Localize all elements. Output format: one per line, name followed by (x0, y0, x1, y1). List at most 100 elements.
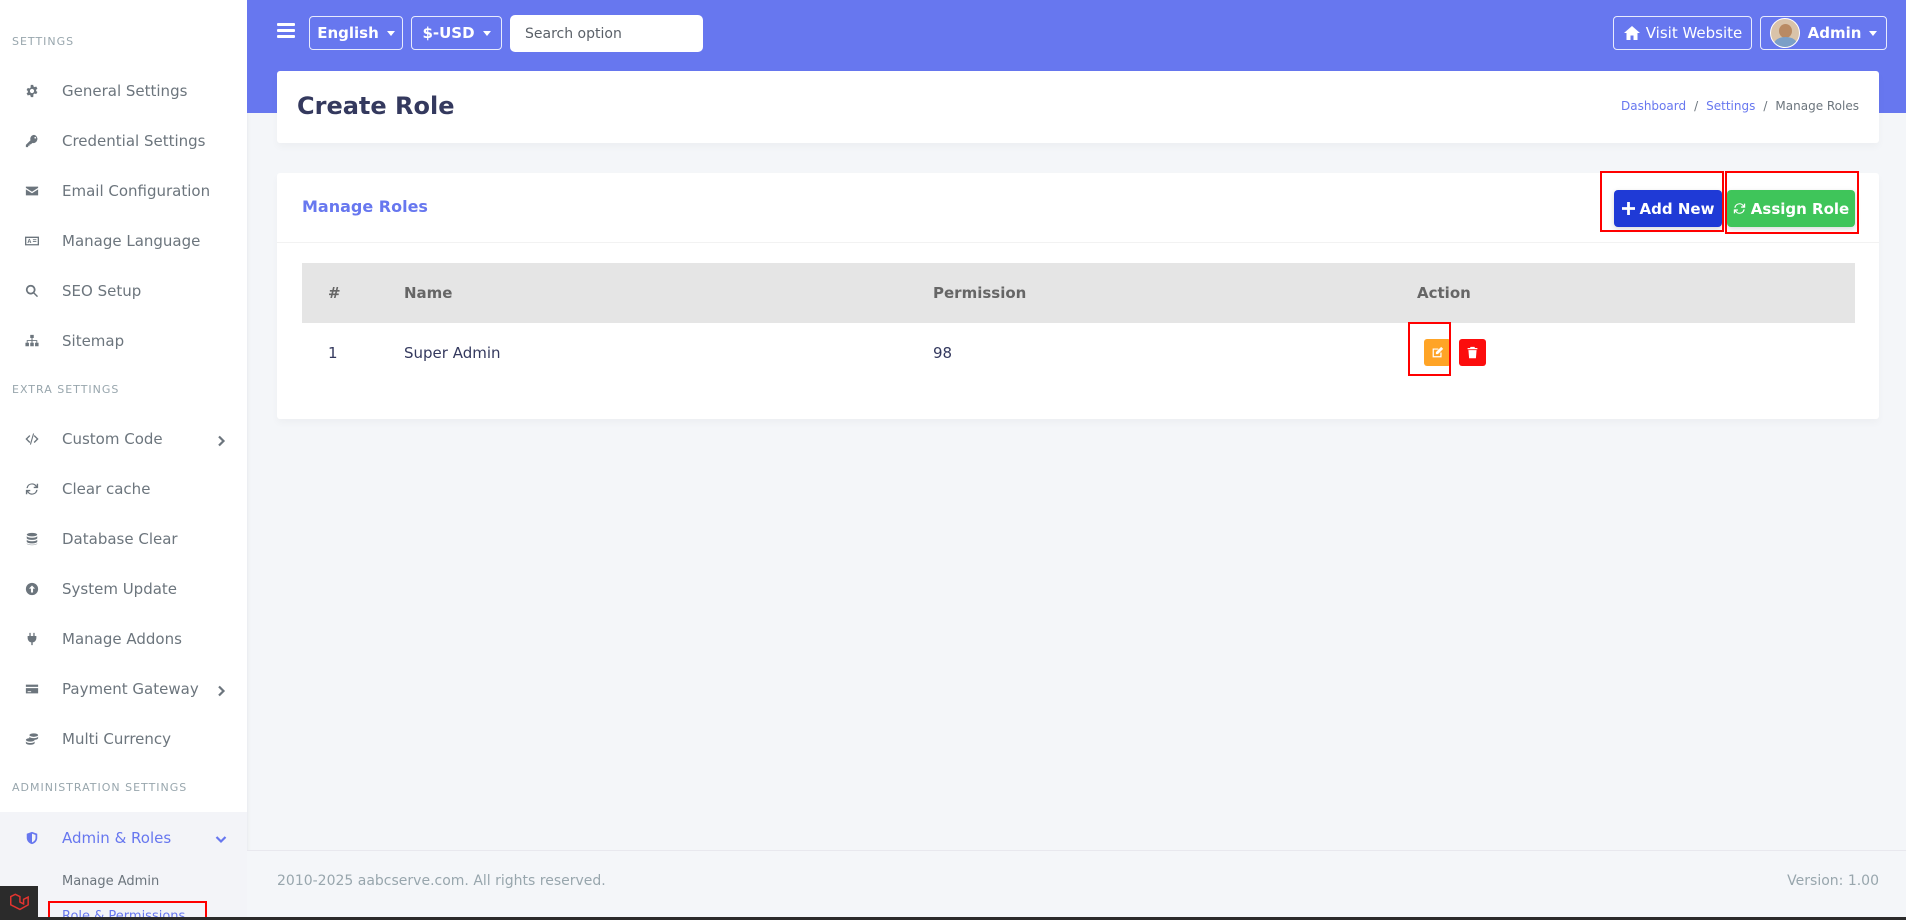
column-header-permission: Permission (933, 284, 1027, 302)
version-text: Version: 1.00 (1787, 873, 1879, 889)
hamburger-menu-icon[interactable] (277, 23, 295, 39)
refresh-icon (1733, 203, 1745, 214)
column-header-number: # (328, 284, 341, 302)
visit-website-button[interactable]: Visit Website (1613, 16, 1752, 50)
add-new-label: Add New (1639, 199, 1715, 218)
cell-number: 1 (328, 344, 338, 362)
copyright-text: 2010-2025 aabcserve.com. All rights rese… (277, 873, 606, 889)
avatar (1769, 18, 1800, 48)
laravel-logo-icon[interactable] (0, 886, 38, 920)
sidebar-item-general-settings[interactable]: General Settings (0, 66, 247, 116)
database-icon (22, 529, 42, 549)
cell-name: Super Admin (404, 344, 501, 362)
shield-icon (22, 828, 42, 848)
footer: 2010-2025 aabcserve.com. All rights rese… (247, 850, 1906, 920)
refresh-icon (22, 479, 42, 499)
sidebar-item-manage-addons[interactable]: Manage Addons (0, 614, 247, 664)
language-dropdown[interactable]: English (309, 16, 403, 50)
sidebar-item-label: System Update (62, 580, 178, 598)
roles-table: # Name Permission Action 1 Super Admin 9… (302, 263, 1855, 383)
breadcrumb-dashboard[interactable]: Dashboard (1621, 99, 1686, 113)
envelope-icon (22, 181, 42, 201)
credit-card-icon (22, 679, 42, 699)
sidebar-item-payment-gateway[interactable]: Payment Gateway (0, 664, 247, 714)
sidebar-item-label: Email Configuration (62, 182, 211, 200)
sidebar-item-multi-currency[interactable]: Multi Currency (0, 714, 247, 764)
coins-icon (22, 729, 42, 749)
column-header-action: Action (1417, 284, 1471, 302)
page-header: Create Role Dashboard / Settings / Manag… (277, 71, 1879, 143)
cell-permission: 98 (933, 344, 953, 362)
sidebar-item-database-clear[interactable]: Database Clear (0, 514, 247, 564)
sidebar-header-settings: SETTINGS (12, 35, 75, 48)
sidebar-item-label: Database Clear (62, 530, 178, 548)
sidebar-item-label: Multi Currency (62, 730, 172, 748)
sidebar-item-label: Credential Settings (62, 132, 206, 150)
sidebar-header-extra-settings: EXTRA SETTINGS (12, 383, 120, 396)
search-icon (22, 281, 42, 301)
table-header-row: # Name Permission Action (302, 263, 1855, 323)
caret-down-icon (386, 30, 395, 36)
chevron-down-icon (215, 830, 227, 849)
currency-dropdown[interactable]: $-USD (411, 16, 502, 50)
breadcrumb-current: Manage Roles (1775, 99, 1859, 113)
user-dropdown[interactable]: Admin (1760, 16, 1887, 50)
card-header: Manage Roles Add New Assign Role (277, 171, 1879, 243)
chevron-right-icon (215, 682, 227, 701)
sidebar-item-label: Custom Code (62, 430, 163, 448)
language-label: English (317, 24, 379, 42)
visit-website-label: Visit Website (1645, 24, 1743, 42)
caret-down-icon (482, 30, 491, 36)
sidebar-item-label: SEO Setup (62, 282, 142, 300)
sidebar-item-label: Payment Gateway (62, 680, 199, 698)
breadcrumb-settings[interactable]: Settings (1706, 99, 1755, 113)
sidebar-item-seo-setup[interactable]: SEO Setup (0, 266, 247, 316)
cell-action (1417, 323, 1855, 383)
column-header-name: Name (404, 284, 453, 302)
sidebar-item-system-update[interactable]: System Update (0, 564, 247, 614)
assign-role-button[interactable]: Assign Role (1727, 190, 1855, 227)
sidebar-subitem-label: Manage Admin (62, 874, 160, 889)
sidebar-item-custom-code[interactable]: Custom Code (0, 414, 247, 464)
language-icon (22, 231, 42, 251)
plus-icon (1621, 202, 1635, 215)
edit-icon (1432, 346, 1444, 357)
sidebar-item-label: Clear cache (62, 480, 151, 498)
sidebar-item-label: Admin & Roles (62, 829, 172, 847)
caret-down-icon (1869, 30, 1878, 36)
sidebar-item-label: Manage Language (62, 232, 201, 250)
manage-roles-card: Manage Roles Add New Assign Role # Name … (277, 171, 1879, 419)
sidebar-item-credential-settings[interactable]: Credential Settings (0, 116, 247, 166)
chevron-right-icon (215, 432, 227, 451)
home-icon (1623, 26, 1640, 40)
delete-button[interactable] (1459, 338, 1486, 366)
sidebar-item-label: Manage Addons (62, 630, 182, 648)
sidebar-header-administration-settings: ADMINISTRATION SETTINGS (12, 781, 188, 794)
upload-icon (22, 579, 42, 599)
breadcrumb: Dashboard / Settings / Manage Roles (1621, 99, 1859, 113)
sidebar-item-label: Sitemap (62, 332, 125, 350)
sidebar-item-sitemap[interactable]: Sitemap (0, 316, 247, 366)
key-icon (22, 131, 42, 151)
code-icon (22, 429, 42, 449)
card-title: Manage Roles (302, 197, 428, 216)
user-name: Admin (1807, 24, 1862, 42)
table-row: 1 Super Admin 98 (302, 323, 1855, 383)
edit-button[interactable] (1424, 338, 1451, 366)
assign-role-label: Assign Role (1750, 199, 1850, 218)
sidebar-item-manage-language[interactable]: Manage Language (0, 216, 247, 266)
sidebar-item-label: General Settings (62, 82, 188, 100)
breadcrumb-separator: / (1694, 99, 1699, 113)
breadcrumb-separator: / (1763, 99, 1768, 113)
search-input[interactable] (510, 15, 703, 52)
sitemap-icon (22, 331, 42, 351)
plug-icon (22, 629, 42, 649)
page-title: Create Role (297, 92, 455, 120)
sidebar-item-admin-roles[interactable]: Admin & Roles (0, 812, 247, 864)
sidebar: SETTINGS General Settings Credential Set… (0, 0, 247, 920)
gear-icon (22, 81, 42, 101)
sidebar-item-email-configuration[interactable]: Email Configuration (0, 166, 247, 216)
add-new-button[interactable]: Add New (1614, 190, 1722, 227)
sidebar-item-clear-cache[interactable]: Clear cache (0, 464, 247, 514)
currency-label: $-USD (422, 24, 475, 42)
